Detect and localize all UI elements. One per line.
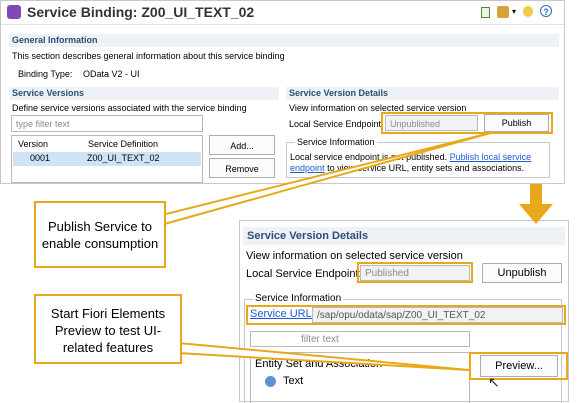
publish-callout-pointer	[149, 131, 495, 230]
publish-callout-text: Publish Service to enable consumption	[41, 219, 159, 251]
preview-callout-pointer	[177, 341, 470, 371]
down-arrow-shaft	[530, 184, 542, 204]
publish-callout: Publish Service to enable consumption	[34, 201, 166, 268]
preview-callout-text: Start Fiori Elements Preview to test UI-…	[50, 306, 166, 355]
down-arrow-head	[519, 204, 553, 224]
preview-callout: Start Fiori Elements Preview to test UI-…	[34, 294, 182, 364]
